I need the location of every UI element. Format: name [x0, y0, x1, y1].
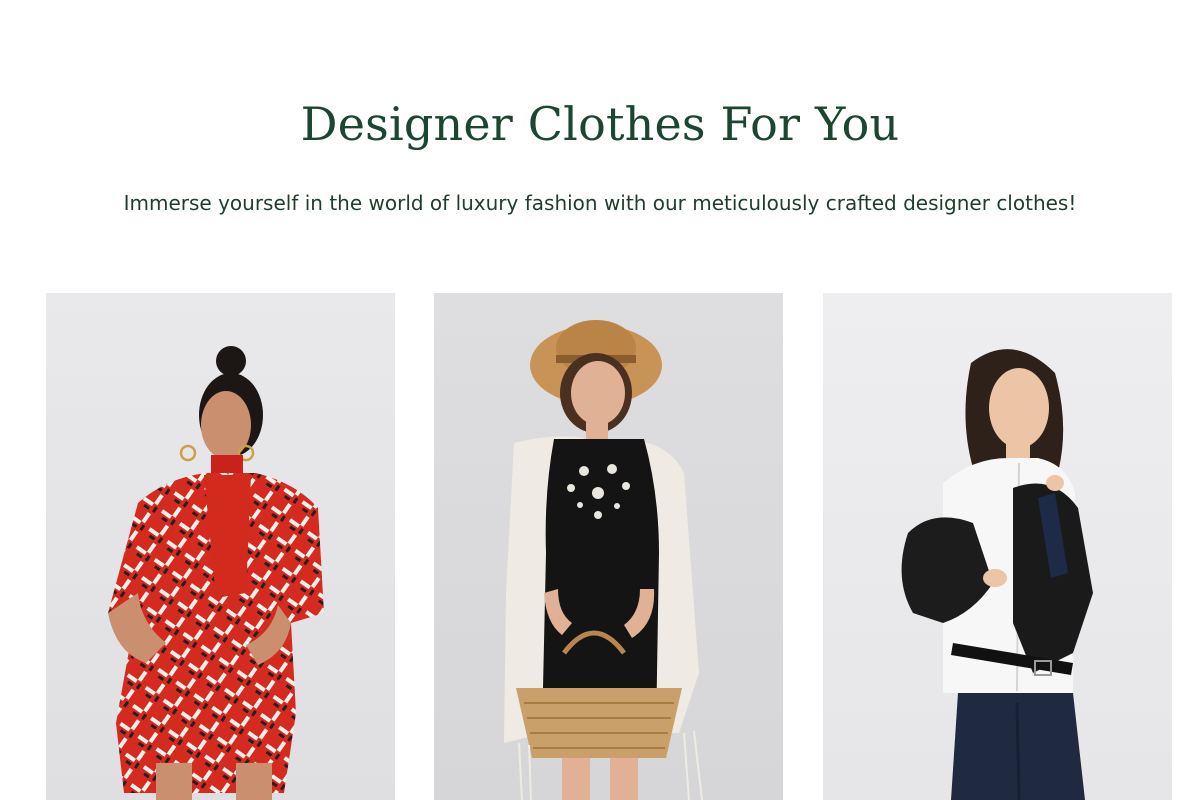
product-card-black-dress[interactable] — [434, 293, 783, 800]
product-image-red-outfit[interactable] — [46, 293, 395, 800]
designer-clothes-section: Designer Clothes For You Immerse yoursel… — [0, 0, 1200, 800]
section-title: Designer Clothes For You — [300, 97, 900, 151]
section-subtitle: Immerse yourself in the world of luxury … — [123, 191, 1077, 215]
product-card-leather-jacket[interactable] — [823, 293, 1172, 800]
product-card-red-outfit[interactable] — [46, 293, 395, 800]
product-image-leather-jacket[interactable] — [823, 293, 1172, 800]
product-image-black-dress[interactable] — [434, 293, 783, 800]
